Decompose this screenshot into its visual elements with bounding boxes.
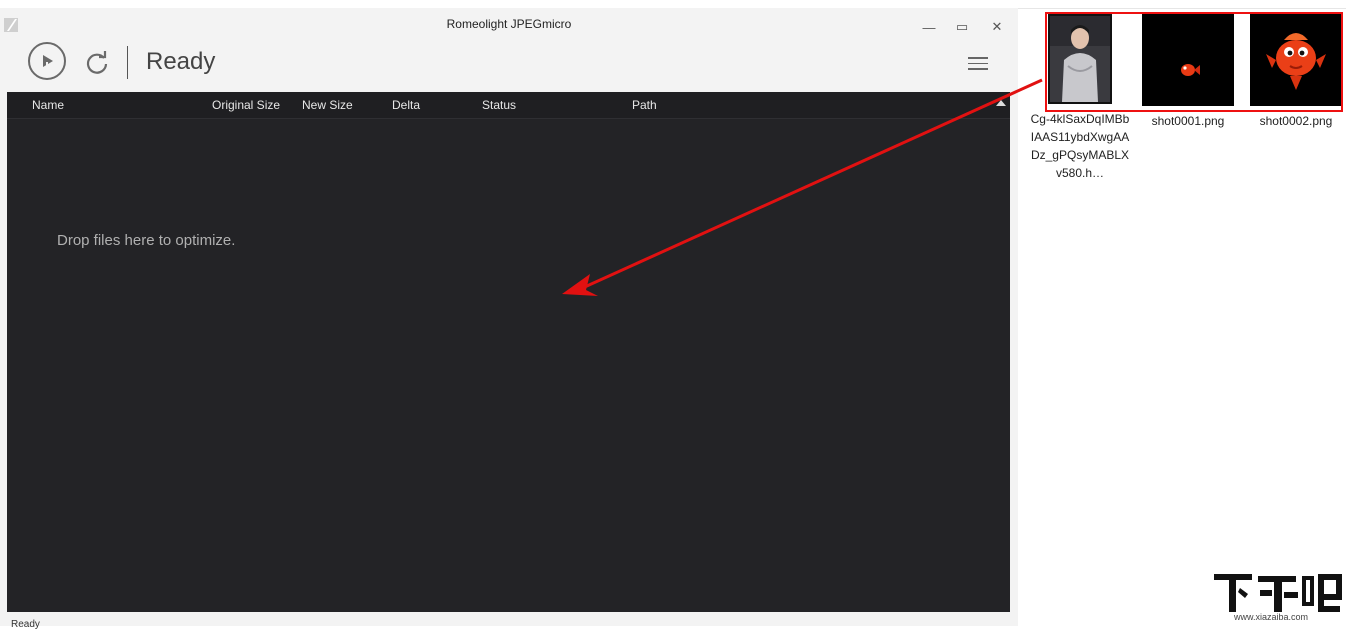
file-list[interactable]: Name Original Size New Size Delta Status… bbox=[7, 92, 1010, 612]
file-name: shot0001.png bbox=[1151, 114, 1225, 128]
sort-up-icon[interactable] bbox=[996, 100, 1006, 106]
drop-hint: Drop files here to optimize. bbox=[57, 232, 236, 249]
column-new-size[interactable]: New Size bbox=[302, 98, 353, 112]
column-name[interactable]: Name bbox=[32, 98, 64, 112]
column-delta[interactable]: Delta bbox=[392, 98, 420, 112]
file-name: Cg-4klSaxDqIMBbIAAS11ybdXwgAADz_gPQsyMAB… bbox=[1030, 112, 1130, 180]
refresh-icon[interactable] bbox=[84, 50, 110, 76]
play-icon bbox=[43, 55, 53, 67]
file-name: shot0002.png bbox=[1259, 114, 1333, 128]
watermark-url: www.xiazaiba.com bbox=[1234, 612, 1309, 622]
status-label: Ready bbox=[146, 48, 216, 75]
toolbar-divider bbox=[127, 46, 128, 79]
column-path[interactable]: Path bbox=[632, 98, 657, 112]
app-window: Romeolight JPEGmicro — ▭ ✕ Ready Name Or… bbox=[0, 8, 1018, 630]
minimize-button[interactable]: — bbox=[916, 16, 942, 38]
window-title: Romeolight JPEGmicro bbox=[446, 17, 572, 31]
column-original-size[interactable]: Original Size bbox=[212, 98, 280, 112]
column-status[interactable]: Status bbox=[482, 98, 516, 112]
status-bar-text: Ready bbox=[11, 619, 40, 630]
close-button[interactable]: ✕ bbox=[984, 16, 1010, 38]
list-header: Name Original Size New Size Delta Status… bbox=[7, 92, 1010, 119]
selection-highlight-box bbox=[1045, 12, 1343, 112]
maximize-button[interactable]: ▭ bbox=[949, 16, 975, 38]
status-bar: Ready bbox=[0, 612, 1018, 630]
start-button[interactable] bbox=[28, 42, 66, 80]
hamburger-menu-icon[interactable] bbox=[968, 57, 988, 73]
toolbar: Ready bbox=[0, 36, 1018, 92]
